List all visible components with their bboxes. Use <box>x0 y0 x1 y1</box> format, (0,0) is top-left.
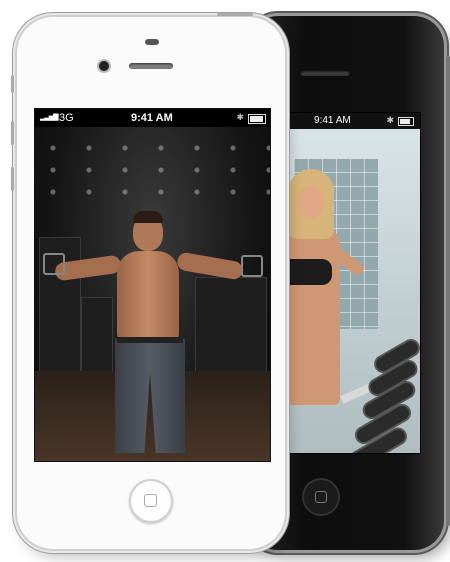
status-time: 9:41 AM <box>314 115 351 126</box>
bluetooth-icon: ✱ <box>236 112 244 122</box>
woman-face <box>298 185 324 219</box>
home-button[interactable] <box>129 479 173 523</box>
carrier-label: 3G <box>59 112 74 124</box>
back-status-bar: 9:41 AM ✱ <box>284 113 420 129</box>
gym-wall-photo <box>284 129 420 453</box>
man-torso <box>117 251 179 347</box>
front-phone-screen: ▂▃▅▇ 3G 9:41 AM ✱ <box>34 108 271 462</box>
man-hair <box>133 211 163 223</box>
signal-icon: ▂▃▅▇ <box>40 114 59 121</box>
woman-sports-top <box>284 259 332 285</box>
gym-photo <box>35 127 270 461</box>
home-button-icon <box>144 494 157 507</box>
power-button[interactable] <box>217 13 253 16</box>
volume-down-button[interactable] <box>11 167 14 191</box>
dumbbells <box>344 309 420 453</box>
side-frame <box>446 56 450 526</box>
front-phone: ▂▃▅▇ 3G 9:41 AM ✱ <box>11 13 285 549</box>
status-time: 9:41 AM <box>131 112 173 124</box>
battery-icon <box>248 114 266 124</box>
volume-up-button[interactable] <box>11 121 14 145</box>
speaker-grill <box>129 63 173 69</box>
man-belt <box>117 337 183 343</box>
battery-icon <box>398 117 414 126</box>
cable-handle <box>241 255 263 277</box>
receiver <box>145 39 159 45</box>
home-button[interactable] <box>302 478 340 516</box>
home-button-icon <box>315 491 327 503</box>
ceiling-lights <box>35 137 270 197</box>
mute-switch[interactable] <box>11 75 14 93</box>
front-status-bar: ▂▃▅▇ 3G 9:41 AM ✱ <box>35 109 270 127</box>
cable-handle <box>43 253 65 275</box>
speaker-grill <box>300 70 350 76</box>
bluetooth-icon: ✱ <box>386 115 394 125</box>
back-phone-screen: 9:41 AM ✱ <box>283 112 421 454</box>
camera-icon <box>99 61 109 71</box>
